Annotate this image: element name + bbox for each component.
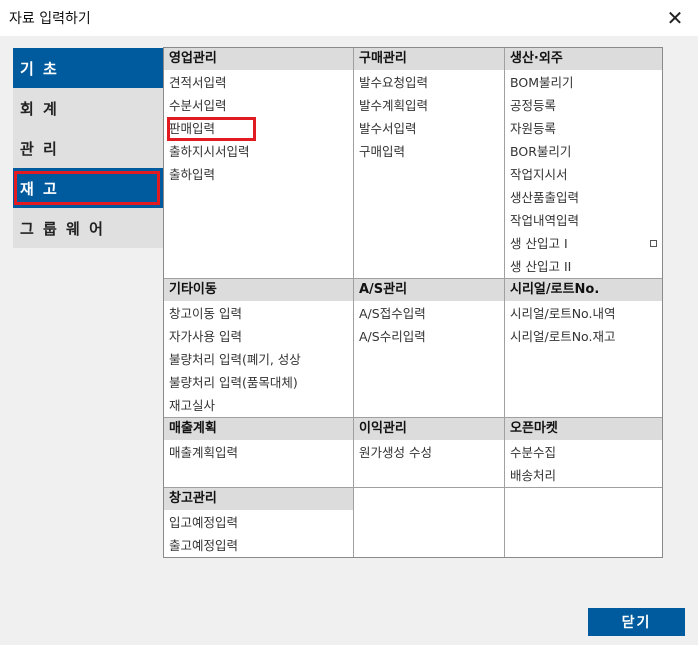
menu-link[interactable]: 수분서입력 — [169, 94, 353, 117]
sidebar-item-basic[interactable]: 기 초 — [13, 48, 163, 88]
window-title: 자료 입력하기 — [9, 11, 91, 27]
section-sales: 영업관리 견적서입력 수분서입력 판매입력 출하지시서입력 출하입력 — [164, 48, 354, 279]
sidebar-item-label: 관 리 — [20, 139, 59, 158]
section-header: 구매관리 — [354, 48, 504, 70]
section-open-market: 오픈마켓 수분수집 배송처리 — [505, 418, 662, 488]
menu-link-label: 생 산입고 I — [510, 236, 568, 251]
section-header: 기타이동 — [164, 279, 353, 301]
sidebar-item-management[interactable]: 관 리 — [13, 128, 163, 168]
section-header: 오픈마켓 — [505, 418, 662, 440]
section-profit: 이익관리 원가생성 수성 — [354, 418, 505, 488]
menu-link[interactable]: 출하지시서입력 — [169, 140, 353, 163]
close-icon[interactable]: ✕ — [652, 0, 698, 36]
sidebar-item-accounting[interactable]: 회 계 — [13, 88, 163, 128]
section-warehouse: 창고관리 입고예정입력 출고예정입력 — [164, 488, 354, 557]
menu-link[interactable]: 시리얼/로트No.내역 — [510, 302, 662, 325]
menu-link-sales-entry[interactable]: 판매입력 — [167, 117, 353, 141]
menu-link[interactable]: 작업지시서 — [510, 163, 662, 186]
menu-link[interactable]: 구매입력 — [359, 140, 504, 163]
menu-link[interactable]: 원가생성 수성 — [359, 441, 504, 464]
sidebar-item-label: 재 고 — [20, 179, 59, 198]
sidebar-item-label: 그 룹 웨 어 — [20, 219, 105, 238]
menu-link[interactable]: 창고이동 입력 — [169, 302, 353, 325]
menu-link[interactable]: 배송처리 — [510, 464, 662, 487]
section-header: 영업관리 — [164, 48, 353, 70]
small-square-icon — [650, 240, 657, 247]
menu-link[interactable]: 출고예정입력 — [169, 534, 353, 557]
section-header: 매출계획 — [164, 418, 353, 440]
menu-link[interactable]: 발수계획입력 — [359, 94, 504, 117]
menu-link[interactable]: A/S수리입력 — [359, 325, 504, 348]
menu-link[interactable]: 생산품출입력 — [510, 186, 662, 209]
sidebar-item-label: 기 초 — [20, 59, 59, 78]
menu-link[interactable]: 입고예정입력 — [169, 511, 353, 534]
menu-link[interactable]: 생 산입고 II — [510, 255, 662, 278]
menu-link[interactable]: 출하입력 — [169, 163, 353, 186]
menu-link[interactable]: 작업내역입력 — [510, 209, 662, 232]
section-other-move: 기타이동 창고이동 입력 자가사용 입력 불량처리 입력(폐기, 성상 불량처리… — [164, 279, 354, 418]
section-header: A/S관리 — [354, 279, 504, 301]
menu-link[interactable]: 시리얼/로트No.재고 — [510, 325, 662, 348]
menu-link[interactable]: BOR불리기 — [510, 140, 662, 163]
menu-link[interactable]: 수분수집 — [510, 441, 662, 464]
sidebar-item-inventory[interactable]: 재 고 — [13, 168, 163, 208]
menu-link[interactable]: 공정등록 — [510, 94, 662, 117]
category-sidebar: 기 초 회 계 관 리 재 고 그 룹 웨 어 — [13, 48, 163, 248]
menu-link[interactable]: 재고실사 — [169, 394, 353, 417]
menu-link[interactable]: A/S접수입력 — [359, 302, 504, 325]
menu-grid: 영업관리 견적서입력 수분서입력 판매입력 출하지시서입력 출하입력 구매관리 … — [163, 47, 663, 558]
section-serial: 시리얼/로트No. 시리얼/로트No.내역 시리얼/로트No.재고 — [505, 279, 662, 418]
section-header: 생산·외주 — [505, 48, 662, 70]
section-header: 창고관리 — [164, 488, 353, 510]
menu-link[interactable]: 자가사용 입력 — [169, 325, 353, 348]
sidebar-item-groupware[interactable]: 그 룹 웨 어 — [13, 208, 163, 248]
menu-link[interactable]: 불량처리 입력(품목대체) — [169, 371, 353, 394]
title-bar: 자료 입력하기 ✕ — [0, 0, 698, 36]
menu-link[interactable]: 불량처리 입력(폐기, 성상 — [169, 348, 353, 371]
close-button[interactable]: 닫기 — [588, 608, 685, 636]
sidebar-item-label: 회 계 — [20, 99, 59, 118]
menu-link[interactable]: 자원등록 — [510, 117, 662, 140]
section-header: 이익관리 — [354, 418, 504, 440]
section-as: A/S관리 A/S접수입력 A/S수리입력 — [354, 279, 505, 418]
menu-link[interactable]: BOM불리기 — [510, 71, 662, 94]
menu-link[interactable]: 매출계획입력 — [169, 441, 353, 464]
section-purchase: 구매관리 발수요청입력 발수계획입력 발수서입력 구매입력 — [354, 48, 505, 279]
empty-cell — [354, 488, 505, 557]
menu-link[interactable]: 발수서입력 — [359, 117, 504, 140]
menu-link[interactable]: 견적서입력 — [169, 71, 353, 94]
menu-link[interactable]: 생 산입고 I — [510, 232, 662, 255]
section-production: 생산·외주 BOM불리기 공정등록 자원등록 BOR불리기 작업지시서 생산품출… — [505, 48, 662, 279]
menu-link[interactable]: 발수요청입력 — [359, 71, 504, 94]
section-sales-plan: 매출계획 매출계획입력 — [164, 418, 354, 488]
section-header: 시리얼/로트No. — [505, 279, 662, 301]
empty-cell — [505, 488, 662, 557]
